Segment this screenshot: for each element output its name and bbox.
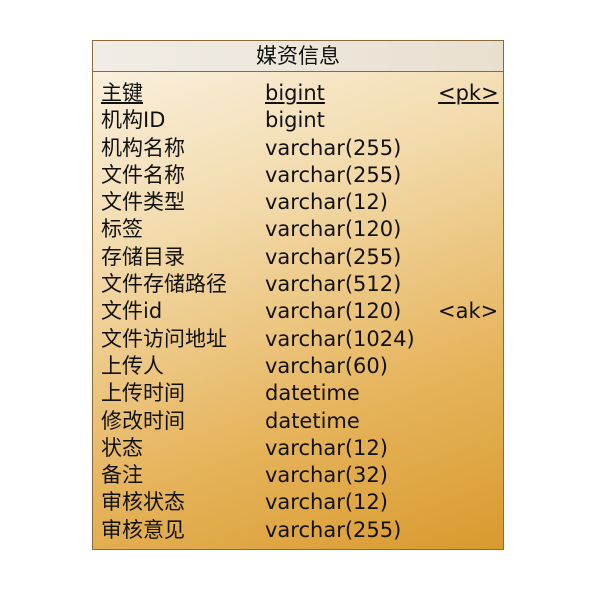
- column-type: varchar(12): [265, 190, 388, 215]
- column-type: varchar(120): [265, 217, 402, 242]
- column-name: 文件访问地址: [101, 326, 227, 351]
- column-type: varchar(512): [265, 272, 402, 297]
- column-row[interactable]: 文件id varchar(120) <ak>: [93, 298, 503, 325]
- column-row[interactable]: 上传人 varchar(60): [93, 353, 503, 380]
- column-name: 文件类型: [101, 190, 185, 215]
- column-type: varchar(255): [265, 244, 402, 269]
- column-key: <ak>: [438, 299, 499, 324]
- column-row[interactable]: 文件访问地址 varchar(1024): [93, 326, 503, 353]
- column-type: varchar(255): [265, 135, 402, 160]
- column-row[interactable]: 状态 varchar(12): [93, 435, 503, 462]
- column-row[interactable]: 标签 varchar(120): [93, 216, 503, 243]
- column-row[interactable]: 备注 varchar(32): [93, 462, 503, 489]
- column-name: 状态: [101, 435, 143, 460]
- column-row[interactable]: 机构名称 varchar(255): [93, 135, 503, 162]
- column-name: 机构名称: [101, 135, 185, 160]
- column-type: varchar(120): [265, 299, 402, 324]
- column-type: varchar(1024): [265, 326, 415, 351]
- column-row[interactable]: 审核状态 varchar(12): [93, 489, 503, 516]
- column-name: 标签: [101, 217, 143, 242]
- column-name: 上传时间: [101, 381, 185, 406]
- column-name: 文件存储路径: [101, 272, 227, 297]
- column-name: 审核状态: [101, 490, 185, 515]
- column-row[interactable]: 上传时间 datetime: [93, 380, 503, 407]
- column-type: varchar(32): [265, 463, 388, 488]
- column-type: varchar(12): [265, 490, 388, 515]
- column-row[interactable]: 文件类型 varchar(12): [93, 189, 503, 216]
- column-type: varchar(255): [265, 162, 402, 187]
- column-name: 文件名称: [101, 162, 185, 187]
- column-name: 主键: [101, 81, 143, 105]
- column-type: datetime: [265, 381, 360, 406]
- column-type: bigint: [265, 108, 325, 133]
- entity-table-media-info[interactable]: 媒资信息 主键 bigint <pk> 机构ID bigint 机构名称 var…: [92, 40, 504, 550]
- column-row[interactable]: 主键 bigint <pk>: [93, 80, 503, 107]
- column-row[interactable]: 存储目录 varchar(255): [93, 244, 503, 271]
- column-name: 审核意见: [101, 517, 185, 542]
- column-key: <pk>: [438, 81, 499, 105]
- entity-title: 媒资信息: [93, 41, 503, 72]
- column-name: 备注: [101, 463, 143, 488]
- column-type: datetime: [265, 408, 360, 433]
- column-type: varchar(12): [265, 435, 388, 460]
- column-name: 上传人: [101, 353, 164, 378]
- column-name: 机构ID: [101, 108, 166, 133]
- column-row[interactable]: 审核意见 varchar(255): [93, 517, 503, 544]
- column-name: 修改时间: [101, 408, 185, 433]
- column-row[interactable]: 文件名称 varchar(255): [93, 162, 503, 189]
- column-name: 文件id: [101, 299, 163, 324]
- column-row[interactable]: 文件存储路径 varchar(512): [93, 271, 503, 298]
- entity-columns: 主键 bigint <pk> 机构ID bigint 机构名称 varchar(…: [93, 72, 503, 544]
- column-row[interactable]: 机构ID bigint: [93, 107, 503, 134]
- column-name: 存储目录: [101, 244, 185, 269]
- column-type: varchar(60): [265, 353, 388, 378]
- column-type: varchar(255): [265, 517, 402, 542]
- column-row[interactable]: 修改时间 datetime: [93, 408, 503, 435]
- column-type: bigint: [265, 81, 325, 105]
